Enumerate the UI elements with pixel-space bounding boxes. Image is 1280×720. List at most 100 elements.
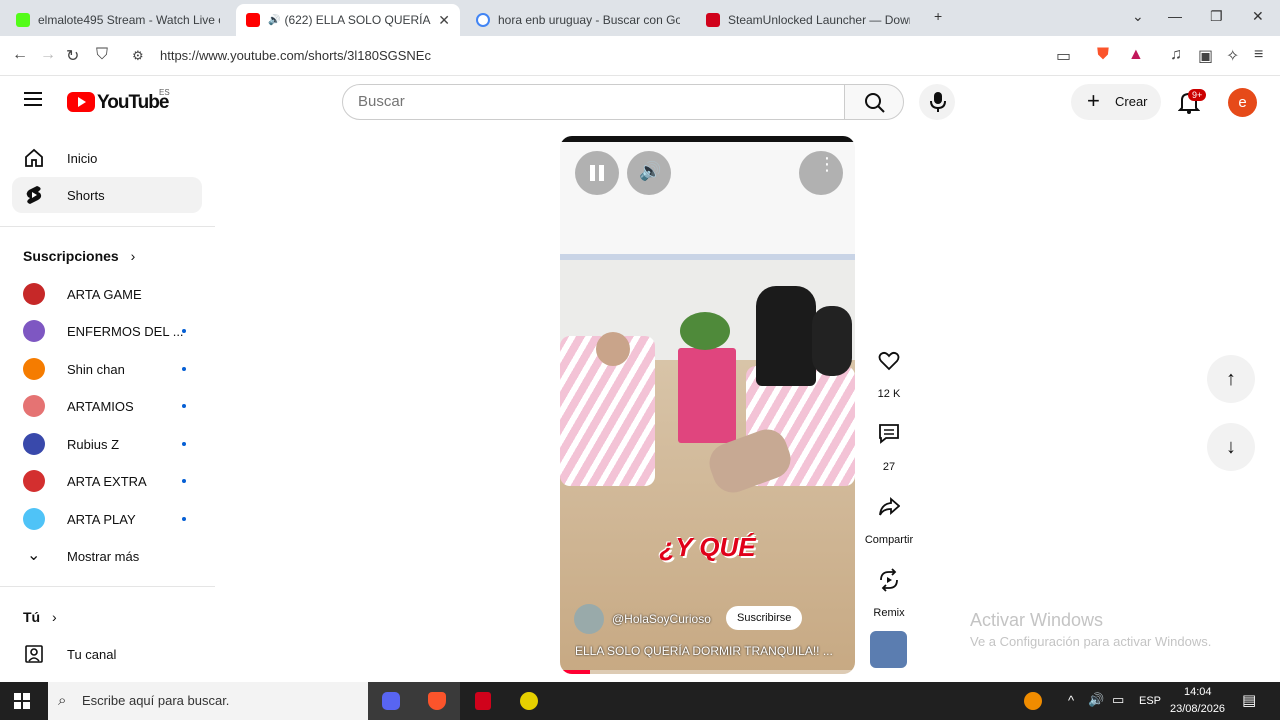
app-taskbar-button[interactable] xyxy=(460,682,506,720)
youtube-logo-icon[interactable] xyxy=(67,92,95,112)
share-action[interactable]: Compartir xyxy=(860,484,918,546)
cast-icon[interactable]: ▭ xyxy=(1056,46,1071,66)
comment-icon xyxy=(879,424,899,444)
close-window-icon[interactable]: ✕ xyxy=(1252,8,1264,25)
like-button[interactable] xyxy=(866,338,912,384)
subscription-item[interactable]: Rubius Z xyxy=(12,426,202,462)
subscription-item[interactable]: ARTA PLAY xyxy=(12,501,202,537)
channel-name[interactable]: @HolaSoyCurioso xyxy=(612,612,711,626)
sidebar-item-shorts[interactable]: Shorts xyxy=(12,177,202,213)
subscription-item[interactable]: ENFERMOS DEL ... xyxy=(12,313,202,349)
volume-button[interactable]: 🔊 xyxy=(627,151,671,195)
subscription-item[interactable]: Shin chan xyxy=(12,351,202,387)
sleeping-person xyxy=(596,332,630,366)
subscribe-button[interactable]: Suscribirse xyxy=(726,606,803,630)
arrow-up-icon: ↑ xyxy=(1226,368,1236,390)
chevron-down-icon: ⌄ xyxy=(27,547,41,564)
minimize-icon[interactable]: — xyxy=(1168,8,1182,24)
brave-shield-icon[interactable]: ⛊ xyxy=(1097,46,1109,64)
windows-start-icon[interactable] xyxy=(14,693,30,709)
site-info-icon[interactable]: ⚙ xyxy=(132,48,144,64)
channel-avatar xyxy=(23,395,45,417)
address-bar-row: ← → ↻ ⛉ ⚙ https://www.youtube.com/shorts… xyxy=(0,36,1280,76)
remix-button[interactable] xyxy=(866,557,912,603)
comment-button[interactable] xyxy=(866,411,912,457)
discord-taskbar-button[interactable] xyxy=(368,682,414,720)
like-action[interactable]: 12 K xyxy=(866,338,912,400)
url-field[interactable]: https://www.youtube.com/shorts/3l180SGSN… xyxy=(160,48,431,63)
sound-thumbnail[interactable] xyxy=(870,631,907,668)
browser-tab-google[interactable]: hora enb uruguay - Buscar con Goog xyxy=(466,4,690,36)
yellow-app-icon xyxy=(520,692,538,710)
subscriptions-header[interactable]: Suscripciones › xyxy=(23,248,135,264)
hamburger-menu-icon[interactable] xyxy=(24,92,42,106)
second-woman xyxy=(812,306,852,376)
search-input[interactable]: Buscar xyxy=(342,84,845,120)
sidebar-divider xyxy=(0,586,215,587)
notification-center-icon[interactable]: ▤ xyxy=(1242,691,1256,709)
youtube-logo-text[interactable]: YouTube xyxy=(97,92,169,114)
share-button[interactable] xyxy=(866,484,912,530)
clock-date[interactable]: 23/08/2026 xyxy=(1170,703,1225,715)
brave-taskbar-button[interactable] xyxy=(414,682,460,720)
sidebar-item-your-channel[interactable]: Tu canal xyxy=(12,636,202,672)
weather-icon[interactable] xyxy=(1024,692,1042,710)
channel-avatar[interactable] xyxy=(574,604,604,634)
tab-list-chevron-icon[interactable]: ⌄ xyxy=(1132,8,1144,25)
clock-time[interactable]: 14:04 xyxy=(1184,686,1212,698)
volume-tray-icon[interactable]: 🔊 xyxy=(1088,692,1104,708)
next-short-button[interactable]: ↓ xyxy=(1207,423,1255,471)
comment-action[interactable]: 27 xyxy=(866,411,912,473)
network-icon[interactable]: ▭ xyxy=(1112,692,1124,708)
app2-taskbar-button[interactable] xyxy=(506,682,552,720)
more-options-button[interactable]: ⋮ xyxy=(799,151,843,195)
create-button[interactable]: + Crear xyxy=(1071,84,1161,120)
close-tab-icon[interactable]: ✕ xyxy=(438,12,450,29)
browser-menu-icon[interactable]: ≡ xyxy=(1254,46,1263,64)
short-title[interactable]: ELLA SOLO QUERÍA DORMIR TRANQUILA!! ... xyxy=(575,644,845,658)
show-more-button[interactable]: ⌄ Mostrar más xyxy=(12,538,202,574)
pause-button[interactable] xyxy=(575,151,619,195)
leo-icon[interactable]: ✧ xyxy=(1226,46,1239,66)
language-indicator[interactable]: ESP xyxy=(1139,695,1161,707)
top-edge xyxy=(560,136,855,142)
search-button[interactable] xyxy=(844,84,904,120)
you-section-header[interactable]: Tú › xyxy=(23,609,57,625)
new-tab-icon[interactable]: + xyxy=(934,8,942,24)
channel-avatar xyxy=(23,320,45,342)
previous-short-button[interactable]: ↑ xyxy=(1207,355,1255,403)
arrow-down-icon: ↓ xyxy=(1226,436,1236,458)
restore-icon[interactable]: ❐ xyxy=(1210,8,1223,25)
brave-rewards-icon[interactable]: ▲ xyxy=(1128,46,1144,64)
reload-icon[interactable]: ↻ xyxy=(66,46,79,66)
remix-label: Remix xyxy=(873,607,905,619)
avatar[interactable]: e xyxy=(1228,88,1257,117)
activate-windows-title: Activar Windows xyxy=(970,610,1104,630)
pink-nightstand xyxy=(678,348,736,443)
sidebar-item-inicio[interactable]: Inicio xyxy=(12,140,202,176)
remix-action[interactable]: Remix xyxy=(866,557,912,619)
activate-windows-subtitle: Ve a Configuración para activar Windows. xyxy=(970,634,1212,649)
tray-chevron-icon[interactable]: ^ xyxy=(1068,693,1074,708)
channel-icon xyxy=(25,645,43,663)
browser-tab-kick[interactable]: elmalote495 Stream - Watch Live on xyxy=(6,4,230,36)
short-video-player[interactable]: 🔊 ⋮ ¿Y QUÉ @HolaSoyCurioso Suscribirse E… xyxy=(560,136,855,674)
back-icon[interactable]: ← xyxy=(12,46,28,64)
browser-tab-youtube[interactable]: 🔊 (622) ELLA SOLO QUERÍA DOR ✕ xyxy=(236,4,460,36)
windows-taskbar: ⌕ Escribe aquí para buscar. ^ 🔊 ▭ ESP 14… xyxy=(0,682,1280,720)
taskbar-search-input[interactable]: ⌕ Escribe aquí para buscar. xyxy=(48,682,368,720)
volume-icon: 🔊 xyxy=(639,161,662,181)
subscription-item[interactable]: ARTA GAME xyxy=(12,276,202,312)
progress-track[interactable] xyxy=(560,670,855,674)
forward-icon[interactable]: → xyxy=(40,46,56,64)
subscription-item[interactable]: ARTA EXTRA xyxy=(12,463,202,499)
region-code: ES xyxy=(159,88,170,97)
voice-search-button[interactable] xyxy=(919,84,955,120)
subscription-item[interactable]: ARTAMIOS xyxy=(12,388,202,424)
bookmark-icon[interactable]: ⛉ xyxy=(96,46,108,64)
media-icon[interactable]: ♫ xyxy=(1170,46,1182,64)
browser-tab-steamunlocked[interactable]: SteamUnlocked Launcher — Downlo xyxy=(696,4,920,36)
chevron-right-icon: › xyxy=(130,248,136,264)
home-icon xyxy=(25,148,43,167)
wallet-icon[interactable]: ▣ xyxy=(1198,46,1213,66)
